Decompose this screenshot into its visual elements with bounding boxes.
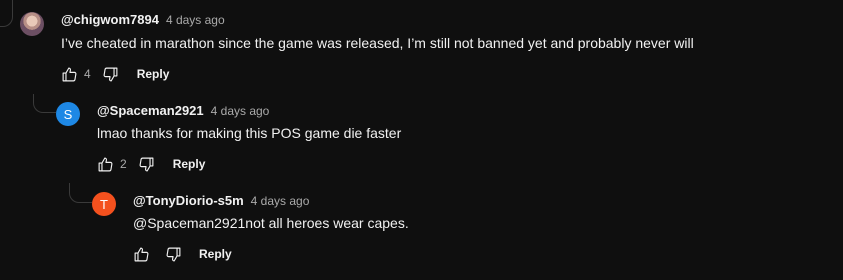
- thumbs-up-icon[interactable]: [131, 244, 151, 264]
- comment-text: lmao thanks for making this POS game die…: [97, 125, 402, 141]
- comment-header: @Spaceman2921 4 days ago: [97, 103, 269, 118]
- thumbs-up-icon[interactable]: [59, 64, 79, 84]
- author-handle[interactable]: @chigwom7894: [61, 12, 159, 27]
- timestamp[interactable]: 4 days ago: [166, 13, 225, 27]
- comment-thread: @chigwom7894 4 days ago I’ve cheated in …: [0, 0, 843, 280]
- avatar[interactable]: [20, 12, 44, 36]
- thumbs-up-icon[interactable]: [95, 154, 115, 174]
- thumbs-down-icon[interactable]: [101, 64, 121, 84]
- author-handle[interactable]: @Spaceman2921: [97, 103, 204, 118]
- thread-line-1: [33, 94, 56, 113]
- comment-header: @TonyDiorio-s5m 4 days ago: [133, 193, 309, 208]
- thumbs-down-icon[interactable]: [137, 154, 157, 174]
- reply-button[interactable]: Reply: [173, 157, 206, 171]
- author-handle[interactable]: @TonyDiorio-s5m: [133, 193, 244, 208]
- thumbs-down-icon[interactable]: [163, 244, 183, 264]
- action-bar: 4 Reply: [59, 64, 169, 84]
- reply-button[interactable]: Reply: [137, 67, 170, 81]
- timestamp[interactable]: 4 days ago: [251, 194, 310, 208]
- comment-text: @Spaceman2921not all heroes wear capes.: [133, 215, 409, 231]
- comment-header: @chigwom7894 4 days ago: [61, 12, 225, 27]
- comment-text: I’ve cheated in marathon since the game …: [61, 35, 694, 51]
- like-count: 2: [120, 157, 127, 171]
- avatar-initial: S: [63, 106, 73, 122]
- timestamp[interactable]: 4 days ago: [211, 104, 270, 118]
- reply-button[interactable]: Reply: [199, 247, 232, 261]
- action-bar: 2 Reply: [95, 154, 205, 174]
- action-bar: Reply: [131, 244, 232, 264]
- avatar[interactable]: S: [56, 102, 80, 126]
- avatar[interactable]: T: [92, 192, 116, 216]
- like-count: 4: [84, 67, 91, 81]
- avatar-initial: T: [100, 196, 108, 212]
- thread-line-2: [69, 183, 92, 203]
- thread-line-top: [0, 0, 13, 27]
